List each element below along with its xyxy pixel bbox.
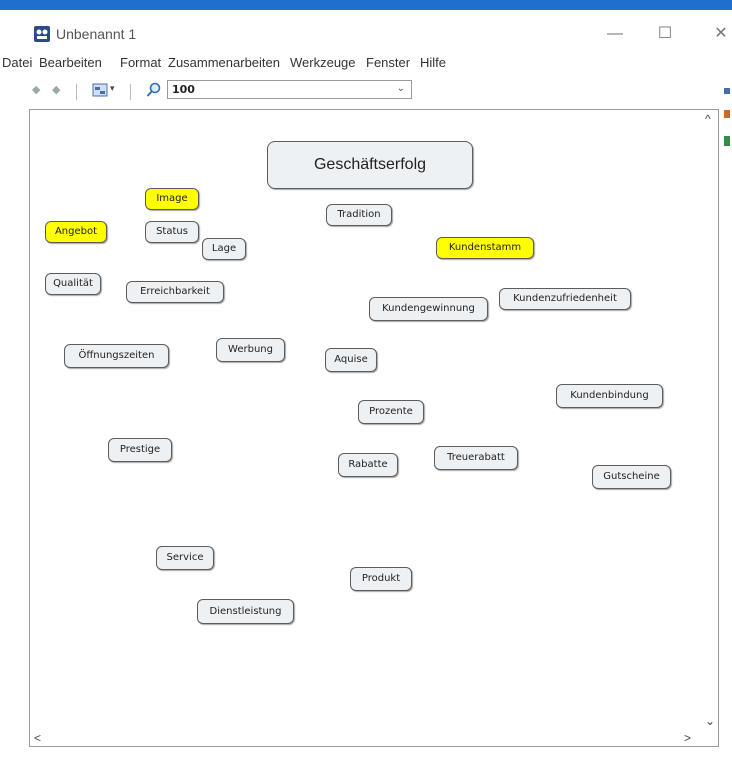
concept-node-oeffnungszeiten[interactable]: Öffnungszeiten: [64, 344, 169, 368]
concept-node-aquise[interactable]: Aquise: [325, 348, 377, 372]
zoom-icon[interactable]: [146, 82, 162, 98]
window-accent-bar: [0, 0, 732, 10]
chevron-down-icon[interactable]: ⌄: [397, 83, 405, 94]
side-tool-icon[interactable]: [724, 88, 730, 94]
map-view-icon[interactable]: [92, 82, 108, 98]
concept-node-treuerabatt[interactable]: Treuerabatt: [434, 446, 518, 470]
scroll-left-icon[interactable]: <: [34, 731, 41, 745]
menu-datei[interactable]: Datei: [2, 55, 32, 70]
vertical-scrollbar[interactable]: ^ ⌄: [702, 110, 718, 730]
zoom-value: 100: [172, 83, 195, 96]
zoom-select[interactable]: 100 ⌄: [167, 80, 412, 99]
concept-node-service[interactable]: Service: [156, 546, 214, 570]
concept-node-prozente[interactable]: Prozente: [358, 400, 424, 424]
concept-node-kundengewinnung[interactable]: Kundengewinnung: [369, 297, 488, 321]
concept-node-kundenstamm[interactable]: Kundenstamm: [436, 237, 534, 259]
concept-node-status[interactable]: Status: [145, 221, 199, 243]
menu-bar: Datei Bearbeiten Format Zusammenarbeiten…: [0, 51, 732, 73]
menu-bearbeiten[interactable]: Bearbeiten: [39, 55, 102, 70]
side-tool-icon[interactable]: [724, 110, 730, 118]
window-title: Unbenannt 1: [56, 26, 137, 42]
concept-node-rabatte[interactable]: Rabatte: [338, 453, 398, 477]
toolbar: ◆ ◆ ▾ 100 ⌄: [0, 78, 732, 104]
menu-hilfe[interactable]: Hilfe: [420, 55, 446, 70]
chevron-down-icon[interactable]: ▾: [110, 83, 115, 94]
side-tool-icon[interactable]: [724, 136, 730, 146]
maximize-button[interactable]: ☐: [650, 22, 680, 46]
horizontal-scrollbar[interactable]: < >: [30, 730, 702, 746]
menu-format[interactable]: Format: [120, 55, 161, 70]
concept-node-kundenzufriedenheit[interactable]: Kundenzufriedenheit: [499, 288, 631, 310]
concept-node-lage[interactable]: Lage: [202, 238, 246, 260]
side-panel-strip: [724, 78, 732, 158]
concept-node-root[interactable]: Geschäftserfolg: [267, 141, 473, 189]
menu-zusammenarbeiten[interactable]: Zusammenarbeiten: [168, 55, 280, 70]
menu-fenster[interactable]: Fenster: [366, 55, 410, 70]
menu-werkzeuge[interactable]: Werkzeuge: [290, 55, 356, 70]
concept-node-prestige[interactable]: Prestige: [108, 438, 172, 462]
scroll-up-icon[interactable]: ^: [705, 112, 711, 126]
concept-node-dienstleistung[interactable]: Dienstleistung: [197, 599, 294, 624]
concept-node-werbung[interactable]: Werbung: [216, 338, 285, 362]
scroll-right-icon[interactable]: >: [684, 731, 691, 745]
minimize-button[interactable]: —: [600, 22, 630, 46]
map-canvas[interactable]: ^ ⌄ < > Geschäftserfolg Image Angebot St…: [29, 109, 719, 747]
concept-node-gutscheine[interactable]: Gutscheine: [592, 465, 671, 489]
concept-node-tradition[interactable]: Tradition: [326, 204, 392, 226]
scroll-down-icon[interactable]: ⌄: [705, 714, 715, 728]
concept-node-image[interactable]: Image: [145, 188, 199, 210]
back-arrow-icon[interactable]: ◆: [32, 83, 44, 97]
concept-node-kundenbindung[interactable]: Kundenbindung: [556, 384, 663, 408]
concept-node-erreichbarkeit[interactable]: Erreichbarkeit: [126, 281, 224, 303]
app-icon: [34, 26, 50, 42]
concept-node-angebot[interactable]: Angebot: [45, 221, 107, 243]
concept-node-qualitaet[interactable]: Qualität: [45, 273, 101, 295]
forward-arrow-icon[interactable]: ◆: [52, 83, 64, 97]
toolbar-separator: [130, 84, 131, 100]
close-button[interactable]: ✕: [706, 22, 732, 46]
concept-node-produkt[interactable]: Produkt: [350, 567, 412, 591]
toolbar-separator: [76, 84, 77, 100]
title-bar: Unbenannt 1 — ☐ ✕: [0, 10, 732, 50]
